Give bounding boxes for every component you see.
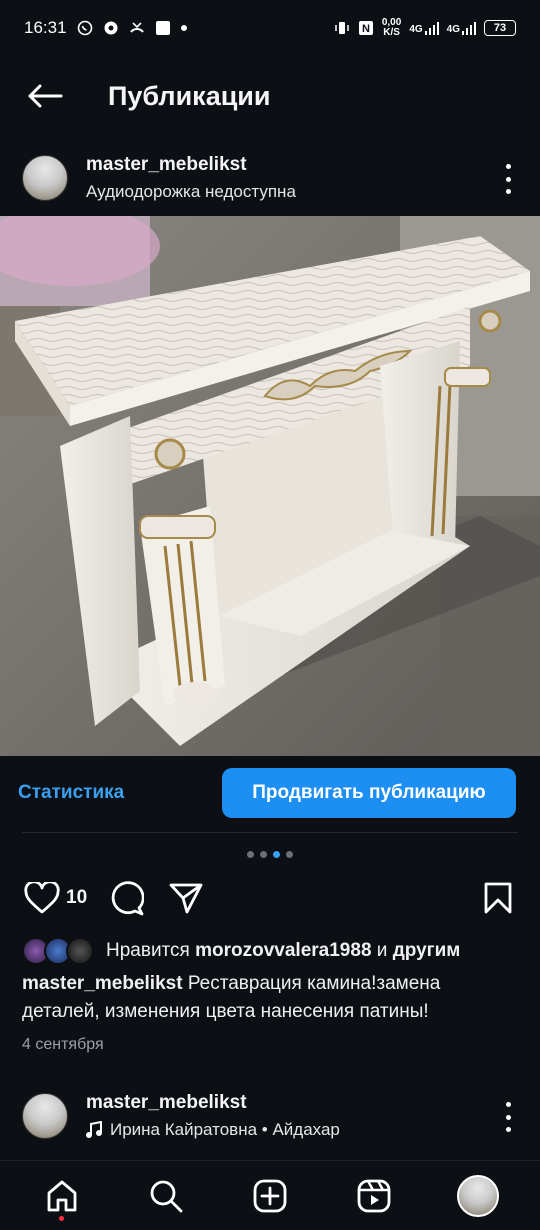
- liked-by-text: Нравится morozovvalera1988 и другим: [106, 940, 460, 962]
- more-options-button[interactable]: [496, 164, 520, 194]
- carousel-indicator: [0, 851, 540, 858]
- status-time: 16:31: [24, 18, 67, 37]
- nav-reels[interactable]: [349, 1171, 399, 1221]
- status-bar: 16:31 N 0,00 K/S 4G 4G 73: [0, 0, 540, 56]
- more-vertical-icon: [505, 1102, 511, 1107]
- audio-status: Аудиодорожка недоступна: [86, 182, 296, 201]
- post-header: master_mebelikst Аудиодорожка недоступна: [0, 146, 540, 210]
- music-note-icon: [86, 1121, 102, 1138]
- more-dot: [505, 176, 511, 182]
- svg-text:N: N: [362, 23, 370, 35]
- save-button[interactable]: [478, 878, 518, 918]
- reels-icon: [357, 1179, 391, 1212]
- app-notification-icon: [155, 21, 170, 35]
- more-dot: [505, 1114, 511, 1120]
- post-image[interactable]: [0, 216, 540, 756]
- vibrate-icon: [335, 22, 349, 34]
- liked-by-user[interactable]: morozovvalera1988: [195, 940, 371, 961]
- promote-post-button[interactable]: Продвигать публикацию: [222, 768, 516, 818]
- nav-create[interactable]: [245, 1171, 295, 1221]
- post-date: 4 сентября: [22, 1036, 104, 1053]
- caption-username[interactable]: master_mebelikst: [22, 973, 183, 994]
- bookmark-icon: [484, 882, 512, 914]
- more-vertical-icon: [505, 164, 511, 169]
- carousel-dot: [247, 851, 254, 858]
- statistics-link[interactable]: Статистика: [18, 782, 124, 804]
- avatar[interactable]: [22, 1093, 68, 1139]
- vpn-icon: [104, 21, 118, 35]
- send-icon: [169, 883, 203, 914]
- avatar[interactable]: [22, 155, 68, 201]
- liked-by-and: и: [376, 940, 388, 961]
- more-notifications-dot-icon: [180, 25, 187, 31]
- signal-bars-icon: [424, 22, 439, 35]
- missed-call-icon: [129, 22, 144, 33]
- reaction-bar: 10: [0, 872, 540, 926]
- liked-by-row[interactable]: Нравится morozovvalera1988 и другим: [22, 936, 522, 966]
- comment-icon: [111, 881, 144, 916]
- network-speed: 0,00 K/S: [381, 17, 402, 38]
- liked-by-prefix: Нравится: [106, 940, 190, 961]
- liker-avatars: [22, 937, 98, 965]
- post-caption: master_mebelikst Реставрация камина!заме…: [22, 970, 522, 1026]
- carousel-dot: [260, 851, 267, 858]
- next-post-header-text: master_mebelikst Ирина Кайратовна • Айда…: [86, 1092, 340, 1140]
- signal-bars-icon: [462, 22, 476, 35]
- back-button[interactable]: [0, 66, 90, 126]
- more-dot: [505, 1127, 511, 1132]
- fireplace-portal-image: [0, 216, 540, 756]
- status-right: N 0,00 K/S 4G 4G 73: [334, 18, 516, 38]
- carousel-dot: [286, 851, 293, 858]
- battery-indicator: 73: [484, 20, 516, 36]
- carousel-dot-active: [273, 851, 280, 858]
- next-post-username[interactable]: master_mebelikst: [86, 1092, 340, 1114]
- next-post-header: master_mebelikst Ирина Кайратовна • Айда…: [0, 1084, 540, 1148]
- liked-by-others[interactable]: другим: [393, 940, 461, 961]
- post-username[interactable]: master_mebelikst: [86, 154, 296, 176]
- nfc-icon: N: [358, 21, 373, 35]
- arrow-left-icon: [28, 84, 63, 108]
- like-count[interactable]: 10: [66, 887, 87, 909]
- signal-2: 4G: [447, 21, 476, 35]
- top-bar: Публикации: [0, 66, 540, 126]
- home-icon: [47, 1180, 77, 1211]
- more-dot: [505, 189, 511, 194]
- nav-home[interactable]: [37, 1171, 87, 1221]
- search-icon: [150, 1180, 183, 1212]
- signal-1: 4G: [409, 21, 439, 35]
- comment-button[interactable]: [106, 878, 146, 918]
- page-title: Публикации: [108, 80, 271, 111]
- next-post-audio[interactable]: Ирина Кайратовна • Айдахар: [86, 1120, 340, 1140]
- post-actions-row: Статистика Продвигать публикацию: [0, 768, 540, 818]
- avatar: [457, 1174, 499, 1217]
- bottom-nav: [0, 1160, 540, 1230]
- whatsapp-icon: [77, 20, 92, 36]
- next-post-audio-label: Ирина Кайратовна • Айдахар: [110, 1120, 340, 1139]
- heart-icon: [24, 882, 60, 914]
- like-button[interactable]: [22, 878, 62, 918]
- nav-search[interactable]: [141, 1171, 191, 1221]
- avatar: [66, 937, 94, 965]
- notification-dot: [59, 1215, 64, 1221]
- status-left: 16:31: [24, 18, 187, 38]
- plus-square-icon: [253, 1179, 287, 1212]
- nav-profile[interactable]: [453, 1171, 503, 1221]
- share-button[interactable]: [166, 878, 206, 918]
- divider: [22, 832, 518, 833]
- next-post-more-button[interactable]: [496, 1102, 520, 1132]
- post-header-text: master_mebelikst Аудиодорожка недоступна: [86, 154, 296, 202]
